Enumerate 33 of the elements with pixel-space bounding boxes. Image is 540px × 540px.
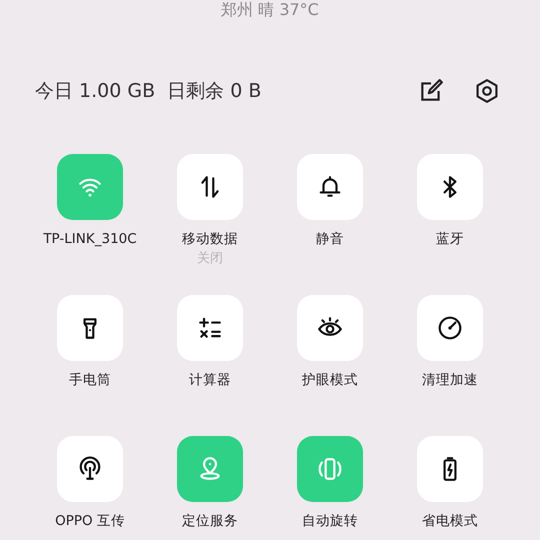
rotate-phone-icon <box>317 456 343 482</box>
tile-label: 手电筒 <box>69 371 111 389</box>
tile-label: 蓝牙 <box>436 230 464 248</box>
tile-label: 护眼模式 <box>302 371 358 389</box>
toggle-tile[interactable] <box>57 436 123 502</box>
toggle-tile[interactable] <box>177 436 243 502</box>
toggle-tile[interactable] <box>57 295 123 361</box>
tile-label: 移动数据 <box>182 230 238 248</box>
toggle-tile[interactable] <box>417 295 483 361</box>
tile-label: OPPO 互传 <box>55 512 125 530</box>
tile-label: 省电模式 <box>422 512 478 530</box>
toggle-tile[interactable] <box>297 436 363 502</box>
settings-icon[interactable] <box>474 78 500 104</box>
bell-icon <box>317 174 343 200</box>
calculator-icon <box>197 315 223 341</box>
tile-label: 自动旋转 <box>302 512 358 530</box>
toggle-tile[interactable] <box>297 154 363 220</box>
tile-label: 静音 <box>316 230 344 248</box>
toggle-tile[interactable] <box>177 295 243 361</box>
tile-status: 关闭 <box>197 250 223 268</box>
toggle-tile[interactable] <box>57 154 123 220</box>
antenna-icon <box>77 456 103 482</box>
tile-label: TP-LINK_310C <box>43 230 137 248</box>
toggle-tile[interactable] <box>417 154 483 220</box>
weather-text: 郑州 晴 37°C <box>220 0 320 20</box>
tile-label: 计算器 <box>189 371 231 389</box>
tile-label: 清理加速 <box>422 371 478 389</box>
tile-label: 定位服务 <box>182 512 238 530</box>
toggle-tile[interactable] <box>297 295 363 361</box>
toggle-tile[interactable] <box>177 154 243 220</box>
toggle-tile[interactable] <box>417 436 483 502</box>
gauge-icon <box>437 315 463 341</box>
data-usage-text: 今日 1.00 GB 日剩余 0 B <box>35 79 262 104</box>
